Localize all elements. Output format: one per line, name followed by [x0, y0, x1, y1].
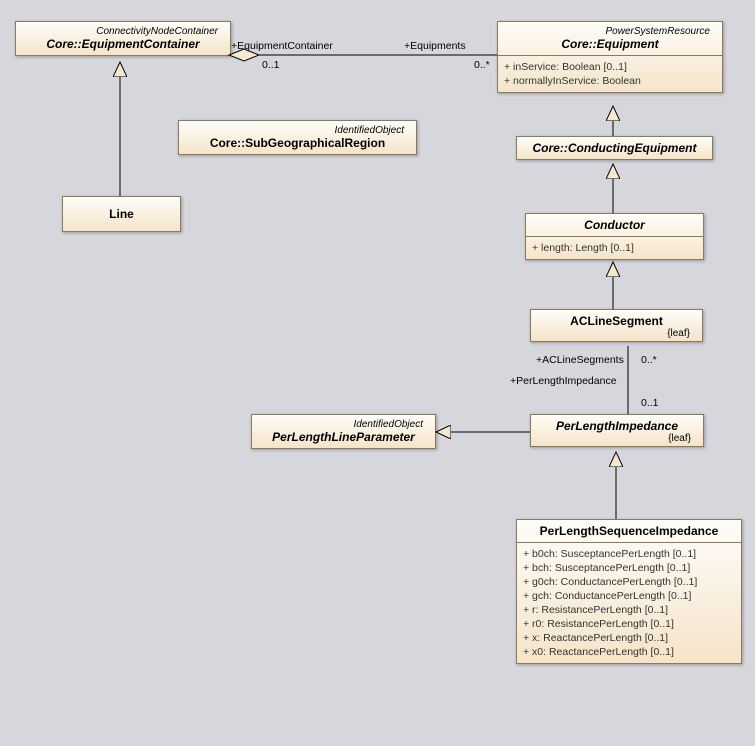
class-name: ACLineSegment — [539, 314, 694, 328]
class-name: PerLengthImpedance — [539, 419, 695, 433]
stereotype-label: IdentifiedObject — [260, 419, 427, 430]
class-name: Core::Equipment — [506, 37, 714, 51]
assoc-mult-per-length-impedance: 0..1 — [641, 397, 659, 409]
class-name: PerLengthSequenceImpedance — [525, 524, 733, 538]
class-name: Core::ConductingEquipment — [525, 141, 704, 155]
class-name: Line — [71, 207, 172, 221]
class-attributes: + length: Length [0..1] — [526, 237, 703, 259]
class-name: Conductor — [534, 218, 695, 232]
assoc-role-equipments: +Equipments — [404, 40, 466, 52]
class-per-length-impedance: PerLengthImpedance {leaf} — [530, 414, 704, 447]
constraint-label: {leaf} — [539, 433, 695, 444]
assoc-role-equipment-container: +EquipmentContainer — [231, 40, 333, 52]
class-conducting-equipment: Core::ConductingEquipment — [516, 136, 713, 160]
class-attributes: + b0ch: SusceptancePerLength [0..1] + bc… — [517, 543, 741, 663]
class-ac-line-segment: ACLineSegment {leaf} — [530, 309, 703, 342]
class-equipment-container: ConnectivityNodeContainer Core::Equipmen… — [15, 21, 231, 56]
assoc-mult-ac-line-segments: 0..* — [641, 354, 657, 366]
class-line: Line — [62, 196, 181, 232]
assoc-mult-equipments: 0..* — [474, 59, 490, 71]
assoc-role-ac-line-segments: +ACLineSegments — [536, 354, 624, 366]
class-equipment: PowerSystemResource Core::Equipment + in… — [497, 21, 723, 93]
class-name: Core::SubGeographicalRegion — [187, 136, 408, 150]
constraint-label: {leaf} — [539, 328, 694, 339]
class-name: Core::EquipmentContainer — [24, 37, 222, 51]
class-sub-geographical-region: IdentifiedObject Core::SubGeographicalRe… — [178, 120, 417, 155]
class-conductor: Conductor + length: Length [0..1] — [525, 213, 704, 260]
assoc-role-per-length-impedance: +PerLengthImpedance — [510, 375, 617, 387]
class-per-length-line-parameter: IdentifiedObject PerLengthLineParameter — [251, 414, 436, 449]
class-name: PerLengthLineParameter — [260, 430, 427, 444]
stereotype-label: PowerSystemResource — [506, 26, 714, 37]
class-attributes: + inService: Boolean [0..1] + normallyIn… — [498, 56, 722, 92]
class-per-length-sequence-impedance: PerLengthSequenceImpedance + b0ch: Susce… — [516, 519, 742, 664]
stereotype-label: IdentifiedObject — [187, 125, 408, 136]
stereotype-label: ConnectivityNodeContainer — [24, 26, 222, 37]
assoc-mult-equipment-container: 0..1 — [262, 59, 280, 71]
